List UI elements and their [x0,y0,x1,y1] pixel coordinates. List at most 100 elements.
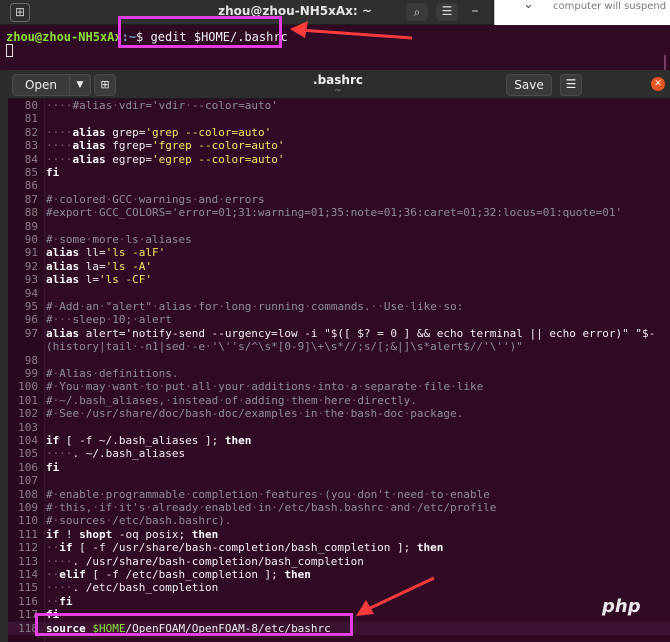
line-number: 113 [18,554,38,568]
editor-line[interactable]: 104 if [ -f ~/.bash_aliases ]; then [8,434,670,447]
line-number: 98 [24,353,38,367]
line-number: 94 [24,286,38,300]
line-code: #·colored·GCC·warnings·and·errors [46,192,265,206]
editor-line[interactable]: 90 #·some·more·ls·aliases [8,233,670,246]
line-code: #·See·/usr/share/doc/bash-doc/examples·i… [46,407,464,421]
editor-line[interactable]: 93 alias l='ls -CF' [8,273,670,286]
line-code: alias l='ls -CF' [46,273,152,287]
editor-line[interactable]: 82 ····alias grep='grep --color=auto' [8,126,670,139]
editor-line[interactable]: 87 #·colored·GCC·warnings·and·errors [8,193,670,206]
line-number: 103 [18,420,38,434]
line-code: #export·GCC_COLORS='error=01;31:warning=… [46,206,623,220]
editor-line[interactable]: 102 #·See·/usr/share/doc/bash-doc/example… [8,407,670,420]
line-code: fi [46,166,60,179]
text-editor[interactable]: 80 ····#alias·vdir='vdir·--color=auto' 81 8… [8,99,670,642]
line-number: 115 [18,581,38,595]
editor-line[interactable]: 110 #·sources·/etc/bash.bashrc). [8,514,670,527]
gedit-headerbar: Open ▼ ⊞ .bashrc ~ Save ☰ ✕ [8,70,670,99]
document-title: .bashrc [313,73,363,87]
editor-line[interactable]: (history|tail·-n1|sed·-e·'\''s/^\s*[0-9]… [8,340,670,353]
editor-line[interactable]: 116 ··fi [8,595,670,608]
editor-line[interactable]: 95 #·Add·an·"alert"·alias·for·long·runnin… [8,300,670,313]
line-number: 90 [24,233,38,246]
line-code: ····. ~/.bash_aliases [46,447,186,461]
chevron-down-icon[interactable]: ▼ [69,74,91,96]
gedit-window: Open ▼ ⊞ .bashrc ~ Save ☰ ✕ 80 ····#alias… [8,70,670,642]
line-code: if ! shopt -oq posix; then [46,527,219,541]
line-number: 108 [18,487,38,501]
new-tab-icon[interactable]: ⊞ [10,3,30,22]
notification-text: computer will suspend [553,1,667,12]
hamburger-menu-icon[interactable]: ☰ [560,74,582,96]
editor-line[interactable]: 80 ····#alias·vdir='vdir·--color=auto' [8,99,670,112]
line-code: (history|tail·-n1|sed·-e·'\''s/^\s*[0-9]… [46,340,523,354]
editor-line[interactable]: 94 [8,287,670,300]
line-code: ····alias egrep='egrep --color=auto' [46,152,285,166]
editor-line[interactable]: 113 ····. /usr/share/bash-completion/bash… [8,555,670,568]
close-icon[interactable]: ⌄ [523,0,534,12]
editor-line[interactable]: 112 ··if [ -f /usr/share/bash-completion/… [8,541,670,554]
editor-line[interactable]: 111 if ! shopt -oq posix; then [8,528,670,541]
editor-line[interactable]: 86 [8,179,670,192]
line-number: 84 [24,152,38,166]
close-icon[interactable]: ✕ [651,77,665,91]
editor-line[interactable]: 98 [8,354,670,367]
line-number: 109 [18,501,38,514]
watermark-logo: php [602,596,641,617]
editor-line[interactable]: 84 ····alias egrep='egrep --color=auto' [8,153,670,166]
editor-line[interactable]: 103 [8,421,670,434]
editor-line[interactable]: 106 fi [8,461,670,474]
line-number: 97 [24,326,38,340]
line-code: fi [46,460,60,474]
editor-line[interactable]: 100 #·You·may·want·to·put·all·your·additi… [8,380,670,393]
line-code: #·~/.bash_aliases,·instead·of·adding·the… [46,393,417,407]
terminal-body[interactable]: zhou@zhou-NH5xAx:~$ gedit $HOME/.bashrc [0,25,670,85]
minimize-icon[interactable]: – [466,3,484,21]
prompt-user: zhou@zhou-NH5xAx [6,30,122,44]
editor-line[interactable]: 108 #·enable·programmable·completion·feat… [8,488,670,501]
line-number: 114 [18,568,38,581]
editor-line[interactable]: 115 ····. /etc/bash_completion [8,581,670,594]
line-code: ··if [ -f /usr/share/bash-completion/bas… [46,541,444,555]
source-line-highlight-box [35,613,353,636]
line-number: 118 [18,621,38,635]
editor-line[interactable]: 83 ····alias fgrep='fgrep --color=auto' [8,139,670,152]
line-code: ····. /usr/share/bash-completion/bash_co… [46,554,364,568]
line-code: #·this,·if·it's·already·enabled·in·/etc/… [46,501,497,514]
line-number: 111 [18,527,38,541]
line-code: #·some·more·ls·aliases [46,233,192,246]
editor-line[interactable]: 92 alias la='ls -A' [8,260,670,273]
editor-line[interactable]: 105 ····. ~/.bash_aliases [8,447,670,460]
save-button[interactable]: Save [506,74,552,96]
hamburger-menu-icon[interactable]: ☰ [436,3,458,21]
line-code: alias la='ls -A' [46,259,152,273]
editor-line[interactable]: 91 alias ll='ls -alF' [8,246,670,259]
terminal-cursor-line [6,44,13,58]
line-number: 99 [24,367,38,380]
line-code: #·enable·programmable·completion·feature… [46,487,490,501]
editor-line[interactable]: 114 ··elif [ -f /etc/bash_completion ]; t… [8,568,670,581]
line-number: 85 [24,166,38,179]
open-button[interactable]: Open [12,74,70,96]
line-code: #·You·may·want·to·put·all·your·additions… [46,380,484,394]
editor-line[interactable]: 109 #·this,·if·it's·already·enabled·in·/e… [8,501,670,514]
editor-line[interactable]: 107 [8,474,670,487]
search-icon[interactable]: ⌕ [406,3,428,21]
line-number: 88 [24,206,38,220]
line-number: 116 [18,594,38,608]
editor-line[interactable]: 96 #···sleep·10;·alert [8,313,670,326]
line-number: 81 [24,112,38,126]
line-number: 80 [24,99,38,112]
line-number: 86 [24,179,38,193]
line-code: ····alias fgrep='fgrep --color=auto' [46,139,285,153]
editor-line[interactable]: 88 #export·GCC_COLORS='error=01;31:warnin… [8,206,670,219]
line-number: 110 [18,514,38,528]
editor-line[interactable]: 85 fi [8,166,670,179]
command-highlight-box [118,16,282,48]
new-document-icon[interactable]: ⊞ [94,74,116,96]
editor-line[interactable]: 99 #·Alias·definitions. [8,367,670,380]
editor-line[interactable]: 81 [8,112,670,125]
editor-line[interactable]: 89 [8,220,670,233]
editor-line[interactable]: 101 #·~/.bash_aliases,·instead·of·adding·… [8,394,670,407]
editor-line[interactable]: 97 alias alert='notify-send --urgency=low… [8,327,670,340]
